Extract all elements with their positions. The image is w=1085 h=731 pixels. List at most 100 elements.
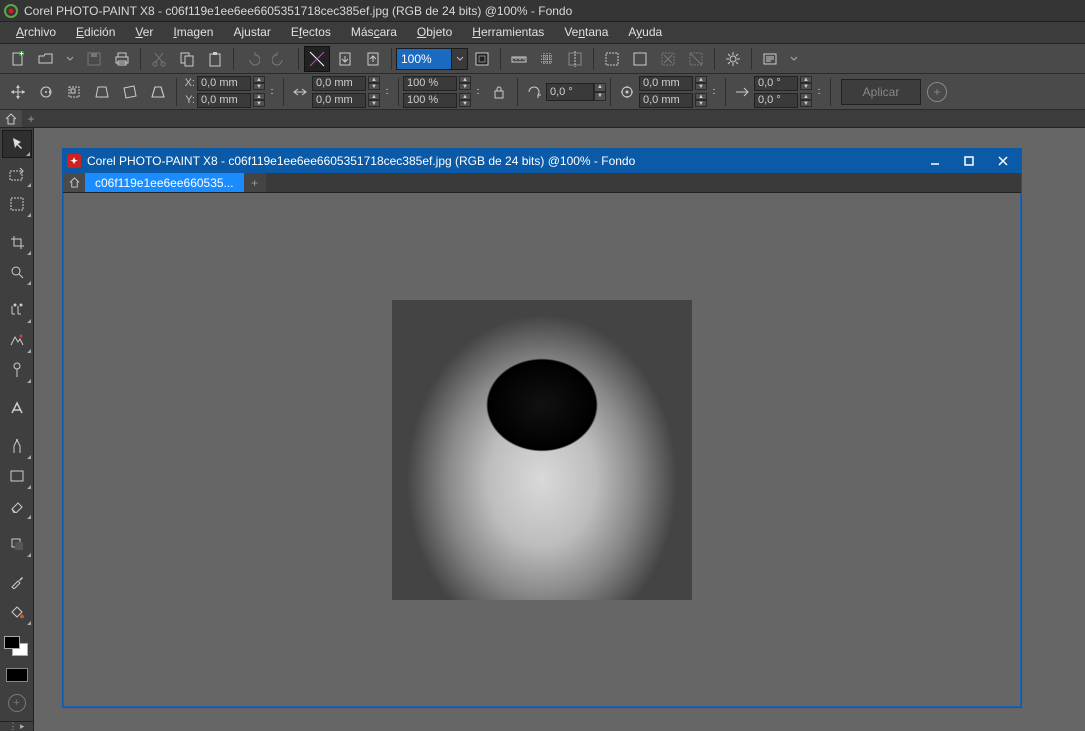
menu-edicion[interactable]: Edición [66, 22, 125, 43]
add-tool-button[interactable]: + [2, 689, 32, 717]
doc-new-tab[interactable]: + [244, 173, 266, 192]
import-button[interactable] [332, 46, 358, 72]
guidelines-button[interactable] [562, 46, 588, 72]
liquid-tool[interactable] [2, 356, 32, 384]
h-spinner[interactable]: ▲▼ [368, 93, 380, 107]
document-titlebar[interactable]: ✦ Corel PHOTO-PAINT X8 - c06f119e1ee6ee6… [63, 149, 1021, 173]
rot-spinner[interactable]: ▲▼ [594, 83, 606, 101]
menu-ver[interactable]: Ver [125, 22, 163, 43]
dropshadow-tool[interactable] [2, 530, 32, 558]
invert-mask-button[interactable] [683, 46, 709, 72]
add-preset-button[interactable]: + [927, 82, 947, 102]
ay-spinner[interactable]: ▲▼ [800, 93, 812, 107]
zoom-tool[interactable] [2, 258, 32, 286]
document-tab[interactable]: c06f119e1ee6ee660535... [85, 173, 244, 192]
angx-input[interactable] [754, 76, 798, 91]
options-button[interactable] [720, 46, 746, 72]
paste-button[interactable] [202, 46, 228, 72]
scaley-input[interactable] [403, 93, 457, 108]
rotation-input[interactable] [546, 83, 594, 101]
h-input[interactable] [312, 93, 366, 108]
export-button[interactable] [360, 46, 386, 72]
cy-input[interactable] [639, 93, 693, 108]
maximize-button[interactable] [955, 151, 983, 171]
launch-dropdown[interactable] [785, 46, 803, 72]
zoom-dropdown[interactable] [452, 48, 468, 70]
rect-mask-tool[interactable] [2, 160, 32, 188]
menu-ventana[interactable]: Ventana [554, 22, 618, 43]
copy-button[interactable] [174, 46, 200, 72]
skew-origin-button[interactable] [89, 79, 115, 105]
new-button[interactable] [5, 46, 31, 72]
clone-tool[interactable] [2, 296, 32, 324]
lock-ratio-button[interactable] [486, 79, 512, 105]
print-button[interactable] [109, 46, 135, 72]
eraser-tool[interactable] [2, 492, 32, 520]
minimize-button[interactable] [921, 151, 949, 171]
redeye-tool[interactable] [2, 326, 32, 354]
doc-home-tab[interactable] [63, 173, 85, 192]
image-adjust-button[interactable] [304, 46, 330, 72]
zoom-input[interactable] [396, 48, 452, 70]
close-button[interactable] [989, 151, 1017, 171]
open-button[interactable] [33, 46, 59, 72]
menu-imagen[interactable]: Imagen [163, 22, 223, 43]
menu-herramientas[interactable]: Herramientas [462, 22, 554, 43]
apply-button[interactable]: Aplicar [841, 79, 921, 105]
perspective-button[interactable] [145, 79, 171, 105]
menu-archivo[interactable]: Archivo [6, 22, 66, 43]
cy-spinner[interactable]: ▲▼ [695, 93, 707, 107]
zoom-level-field[interactable] [396, 48, 468, 70]
eyedropper-tool[interactable] [2, 568, 32, 596]
grid-button[interactable] [534, 46, 560, 72]
rectangle-tool[interactable] [2, 462, 32, 490]
menu-mascara[interactable]: Máscara [341, 22, 407, 43]
text-tool[interactable] [2, 394, 32, 422]
y-spinner[interactable]: ▲▼ [253, 93, 265, 107]
open-dropdown[interactable] [61, 46, 79, 72]
fill-swatch[interactable] [6, 668, 28, 682]
mask-tool[interactable] [2, 190, 32, 218]
mask-overlay-button[interactable] [627, 46, 653, 72]
clear-mask-button[interactable] [655, 46, 681, 72]
menu-ayuda[interactable]: Ayuda [618, 22, 672, 43]
fullscreen-button[interactable] [469, 46, 495, 72]
y-input[interactable] [197, 93, 251, 108]
menu-ajustar[interactable]: Ajustar [223, 22, 280, 43]
launch-button[interactable] [757, 46, 783, 72]
x-input[interactable] [197, 76, 251, 91]
fill-tool[interactable] [2, 598, 32, 626]
standard-toolbar [0, 44, 1085, 74]
redo-button[interactable] [267, 46, 293, 72]
x-spinner[interactable]: ▲▼ [253, 76, 265, 90]
canvas[interactable] [63, 193, 1021, 707]
cx-input[interactable] [639, 76, 693, 91]
color-swatches[interactable] [2, 636, 32, 662]
new-tab-button[interactable]: + [22, 110, 40, 127]
menu-objeto[interactable]: Objeto [407, 22, 462, 43]
sy-spinner[interactable]: ▲▼ [459, 93, 471, 107]
cut-button[interactable] [146, 46, 172, 72]
crop-tool[interactable] [2, 228, 32, 256]
save-button[interactable] [81, 46, 107, 72]
effect-tool[interactable] [2, 432, 32, 460]
ruler-button[interactable] [506, 46, 532, 72]
w-spinner[interactable]: ▲▼ [368, 76, 380, 90]
undo-button[interactable] [239, 46, 265, 72]
rotate-origin-button[interactable] [33, 79, 59, 105]
pick-tool[interactable] [2, 130, 32, 158]
menu-efectos[interactable]: Efectos [281, 22, 341, 43]
angy-input[interactable] [754, 93, 798, 108]
cx-spinner[interactable]: ▲▼ [695, 76, 707, 90]
mask-visible-button[interactable] [599, 46, 625, 72]
separator [610, 78, 611, 106]
distort-button[interactable] [117, 79, 143, 105]
toolbox-expand[interactable]: ⋮ ▸ [0, 721, 33, 731]
sx-spinner[interactable]: ▲▼ [459, 76, 471, 90]
scale-origin-button[interactable] [61, 79, 87, 105]
scalex-input[interactable] [403, 76, 457, 91]
position-origin-button[interactable] [5, 79, 31, 105]
w-input[interactable] [312, 76, 366, 91]
home-tab[interactable] [0, 110, 22, 127]
ax-spinner[interactable]: ▲▼ [800, 76, 812, 90]
